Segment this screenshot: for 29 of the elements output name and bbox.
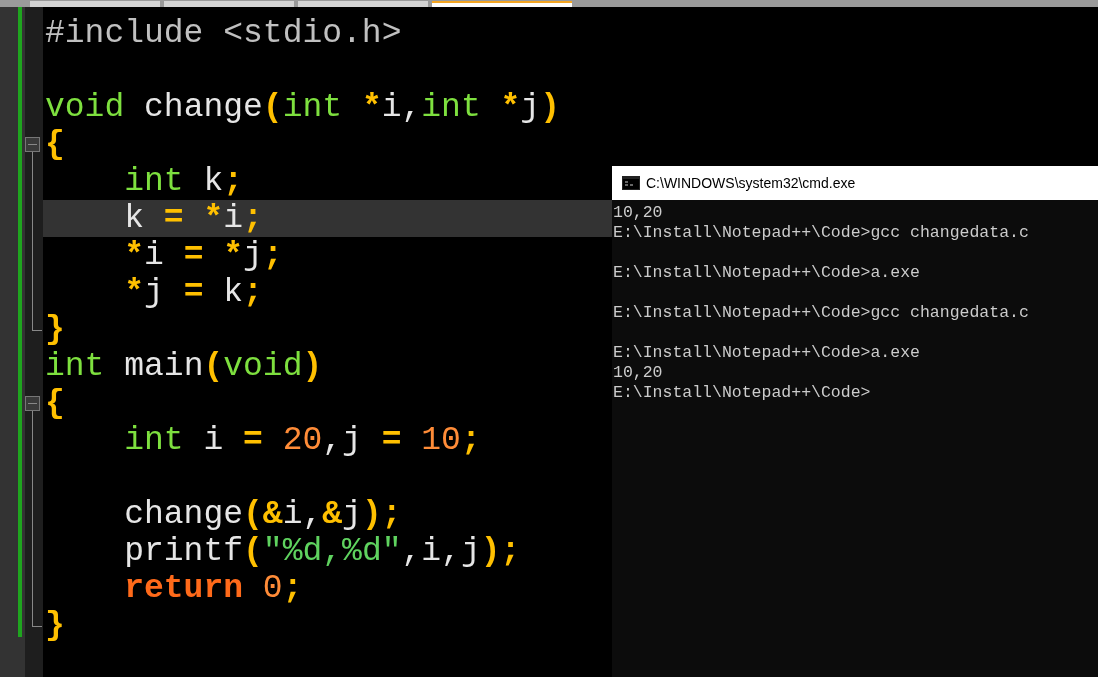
code-line: k = *i;: [123, 200, 263, 237]
code-line: printf("%d,%d",i,j);: [123, 533, 521, 570]
fold-end-line: [32, 311, 42, 331]
fold-toggle[interactable]: [25, 396, 40, 411]
console-line: E:\Install\Notepad++\Code>a.exe: [613, 343, 920, 363]
code-line: int k;: [123, 163, 244, 200]
code-line: {: [44, 385, 65, 422]
code-line: }: [44, 607, 65, 644]
code-line: *j = k;: [123, 274, 263, 311]
file-tab[interactable]: [432, 1, 572, 7]
fold-end-line: [32, 607, 42, 627]
code-line: {: [44, 126, 65, 163]
code-line: #include <stdio.h>: [44, 15, 402, 52]
console-line: 10,20: [613, 363, 663, 383]
code-line: int main(void): [44, 348, 323, 385]
fold-toggle[interactable]: [25, 137, 40, 152]
code-line: void change(int *i,int *j): [44, 89, 560, 126]
code-line: int i = 20,j = 10;: [123, 422, 481, 459]
console-line: E:\Install\Notepad++\Code>a.exe: [613, 263, 920, 283]
console-line: E:\Install\Notepad++\Code>gcc changedata.c: [613, 303, 1029, 323]
console-line: E:\Install\Notepad++\Code>gcc changedata.c: [613, 223, 1029, 243]
code-line: *i = *j;: [123, 237, 283, 274]
code-line: return 0;: [123, 570, 303, 607]
window-title: C:\WINDOWS\system32\cmd.exe: [646, 175, 856, 191]
code-line: }: [44, 311, 65, 348]
code-line: change(&i,&j);: [123, 496, 402, 533]
console-line: 10,20: [613, 203, 663, 223]
console-icon: [622, 176, 640, 190]
console-line: E:\Install\Notepad++\Code>: [613, 383, 871, 403]
